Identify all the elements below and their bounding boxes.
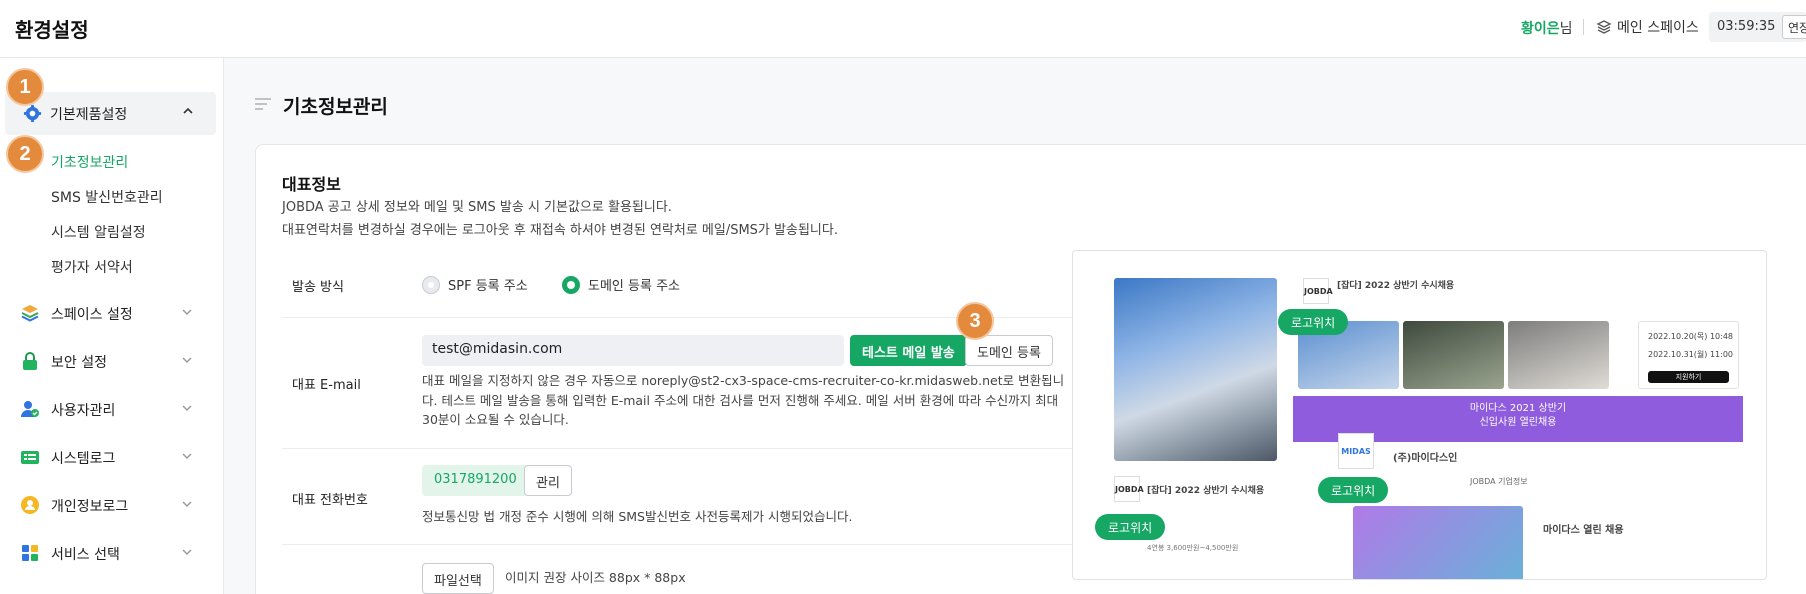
email-field[interactable]: test@midasin.com	[422, 335, 844, 366]
phone-note: 정보통신망 법 개정 준수 시행에 의해 SMS발신번호 사전등록제가 시행되었…	[422, 509, 853, 524]
test-mail-button[interactable]: 테스트 메일 발송	[850, 335, 967, 366]
radio-domain[interactable]: 도메인 등록 주소	[562, 275, 680, 294]
banner-line-1: 마이다스 2021 상반기	[1469, 403, 1567, 414]
phone-number-chip: 0317891200	[422, 465, 529, 496]
job-salary: 4연봉 3,600만원~4,500만원	[1147, 544, 1239, 552]
person-coin-icon	[21, 496, 39, 514]
sidebar-item-system-log[interactable]: 시스템로그	[20, 445, 200, 469]
user-suffix: 님	[1559, 21, 1573, 37]
header-divider	[1583, 19, 1584, 35]
space-switcher[interactable]: 메인 스페이스	[1596, 17, 1699, 37]
chevron-down-icon	[182, 549, 192, 555]
section-description-1: JOBDA 공고 상세 정보와 메일 및 SMS 발송 시 기본값으로 활용됩니…	[282, 200, 672, 215]
sidebar-sub-sms-number[interactable]: SMS 발신번호관리	[51, 187, 163, 207]
sidebar-item-label: 개인정보로그	[51, 499, 129, 515]
apply-date-start: 2022.10.20(목) 10:48	[1648, 332, 1734, 341]
radio-circle-selected	[562, 275, 580, 294]
manage-button[interactable]: 관리	[524, 465, 572, 496]
user-greeting[interactable]: 황이은님	[1521, 18, 1573, 38]
email-label: 대표 E-mail	[292, 378, 361, 393]
chevron-down-icon	[182, 357, 192, 363]
log-list-icon	[21, 451, 39, 464]
chevron-down-icon	[182, 501, 192, 507]
sidebar-item-label: 사용자관리	[51, 403, 116, 419]
sidebar-item-privacy-log[interactable]: 개인정보로그	[20, 493, 200, 517]
event-image	[1353, 506, 1523, 579]
company-name: (주)마이다스인	[1393, 453, 1458, 464]
page-title: 기초정보관리	[283, 96, 388, 118]
row-divider	[282, 544, 1074, 545]
step-badge-1: 1	[6, 68, 44, 106]
radio-spf[interactable]: SPF 등록 주소	[422, 275, 528, 294]
office-photo-2	[1403, 321, 1504, 389]
apps-icon	[22, 545, 38, 561]
sidebar-main-label: 기본제품설정	[50, 107, 128, 123]
step-badge-3: 3	[956, 302, 994, 340]
logo-position-tag: 로고위치	[1278, 309, 1349, 335]
chevron-down-icon	[182, 309, 192, 315]
user-check-icon	[21, 401, 39, 417]
sidebar-item-service-select[interactable]: 서비스 선택	[20, 541, 200, 565]
office-photo-3	[1508, 321, 1609, 389]
section-title: 대표정보	[282, 175, 341, 194]
timer-value: 03:59:35	[1717, 19, 1776, 34]
midas-logo: MIDAS	[1338, 433, 1374, 469]
sidebar-item-label: 시스템로그	[51, 451, 116, 467]
email-note-line-1: 대표 메일을 지정하지 않은 경우 자동으로 noreply@st2-cx3-s…	[422, 373, 1065, 388]
sidebar-item-user-management[interactable]: 사용자관리	[20, 397, 200, 421]
send-method-label: 발송 방식	[292, 280, 344, 295]
event-title: 마이다스 열린 채용	[1543, 525, 1624, 536]
banner-line-2: 신입사원 열린채용	[1479, 417, 1557, 428]
top-header: 환경설정 황이은님 메인 스페이스 03:59:35 연장	[0, 0, 1806, 58]
sidebar-item-label: 보안 설정	[51, 355, 107, 371]
logo-position-tag: 로고위치	[1318, 477, 1389, 503]
email-note-line-2: 다. 테스트 메일 발송을 통해 입력한 E-mail 주소에 대한 검사를 먼…	[422, 392, 1059, 408]
jobda-logo: JOBDA	[1114, 476, 1144, 502]
layers-icon	[21, 305, 39, 322]
sidebar-sub-evaluator-pledge[interactable]: 평가자 서약서	[51, 257, 133, 277]
radio-spf-label: SPF 등록 주소	[448, 279, 528, 294]
chevron-down-icon	[182, 405, 192, 411]
page-header-title: 환경설정	[15, 18, 89, 42]
gear-icon	[23, 104, 42, 123]
job-title-top: [잡다] 2022 상반기 수시채용	[1337, 281, 1455, 291]
logo-position-tag: 로고위치	[1095, 514, 1166, 540]
expo-photo	[1114, 278, 1277, 461]
row-divider	[282, 448, 1074, 449]
jobda-logo: JOBDA	[1303, 278, 1333, 304]
menu-lines-icon	[255, 98, 271, 113]
sidebar-item-label: 스페이스 설정	[51, 307, 133, 323]
extend-button[interactable]: 연장	[1782, 15, 1806, 39]
apply-button: 지원하기	[1648, 371, 1729, 383]
lock-icon	[23, 352, 37, 370]
chevron-down-icon	[182, 453, 192, 459]
sidebar-item-label: 서비스 선택	[51, 547, 120, 563]
phone-label: 대표 전화번호	[292, 493, 368, 508]
space-label: 메인 스페이스	[1617, 20, 1699, 36]
chevron-up-icon	[183, 107, 193, 114]
radio-circle	[422, 275, 440, 294]
section-description-2: 대표연락처를 변경하실 경우에는 로그아웃 후 재접속 하셔야 변경된 연락처로…	[282, 223, 838, 238]
file-note: 이미지 권장 사이즈 88px * 88px	[505, 570, 686, 585]
user-name: 황이은	[1521, 21, 1560, 37]
file-select-button[interactable]: 파일선택	[422, 563, 494, 594]
radio-domain-label: 도메인 등록 주소	[588, 279, 680, 294]
step-badge-2: 2	[6, 135, 44, 173]
job-title-bottom: [잡다] 2022 상반기 수시채용	[1147, 486, 1265, 496]
session-timer: 03:59:35 연장	[1709, 12, 1806, 42]
sidebar-item-security[interactable]: 보안 설정	[20, 349, 200, 373]
apply-date-end: 2022.10.31(월) 11:00	[1648, 350, 1734, 359]
sidebar-sub-basic-info[interactable]: 기초정보관리	[51, 152, 128, 172]
sidebar-sub-alert-settings[interactable]: 시스템 알림설정	[51, 222, 146, 242]
logo-position-preview: JOBDA [잡다] 2022 상반기 수시채용 2022.10.20(목) 1…	[1072, 250, 1767, 580]
company-tab: JOBDA 기업정보	[1470, 477, 1528, 486]
layers-icon	[1596, 20, 1612, 34]
email-note-line-3: 30분이 소요될 수 있습니다.	[422, 412, 569, 427]
sidebar-item-space-settings[interactable]: 스페이스 설정	[20, 301, 200, 325]
email-note: 대표 메일을 지정하지 않은 경우 자동으로 noreply@st2-cx3-s…	[422, 371, 1064, 430]
